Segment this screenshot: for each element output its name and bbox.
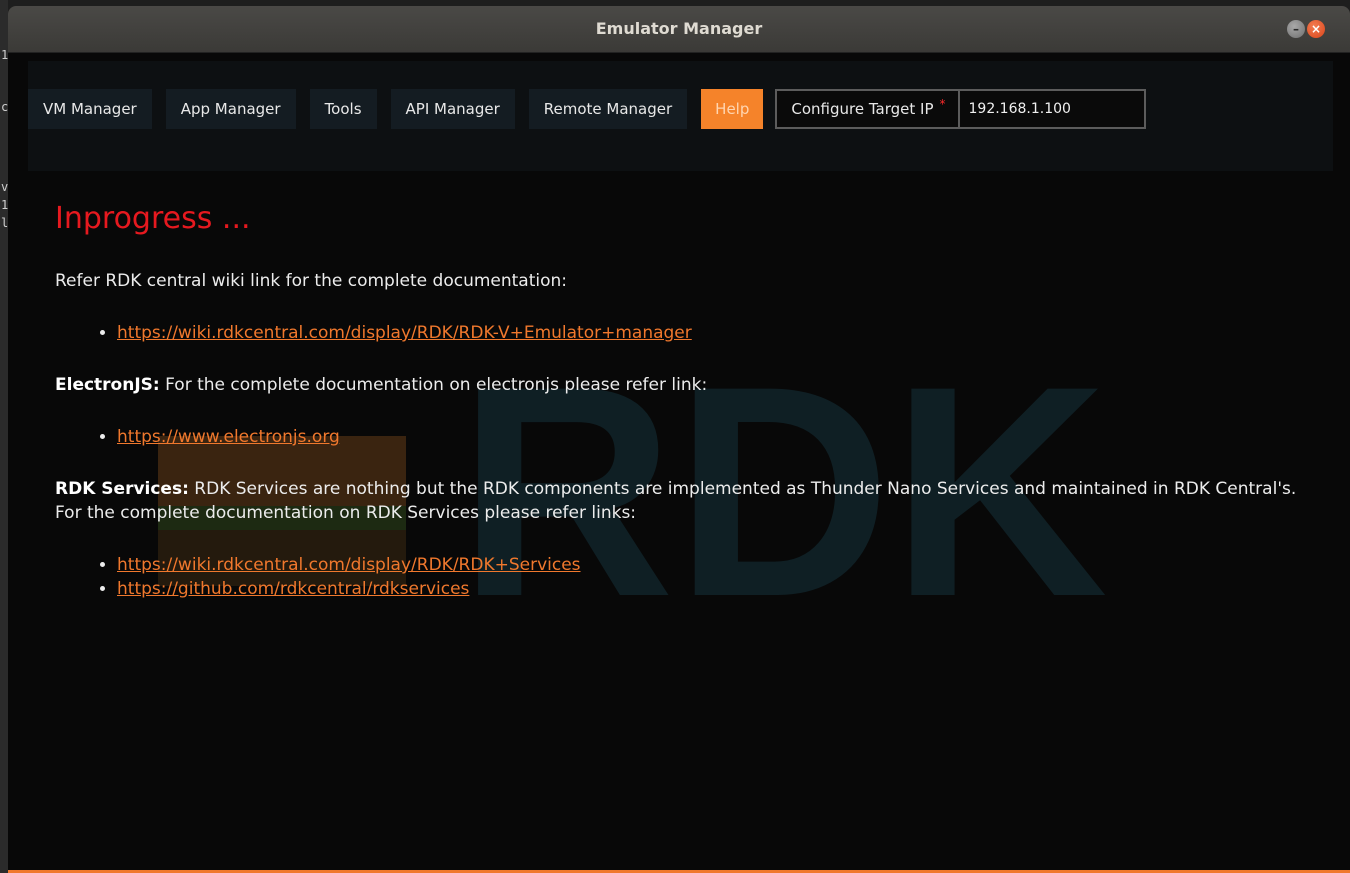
electron-link-list: https://www.electronjs.org [55, 425, 1315, 449]
nav-vm-manager[interactable]: VM Manager [28, 89, 152, 129]
target-ip-label-text: Configure Target IP [791, 100, 934, 118]
target-ip-group: Configure Target IP * [775, 89, 1146, 129]
help-content: Inprogress ... Refer RDK central wiki li… [55, 199, 1315, 629]
list-item: https://www.electronjs.org [117, 425, 1315, 449]
page-title: Inprogress ... [55, 201, 251, 236]
minimize-button[interactable]: – [1287, 20, 1305, 38]
wiki-link-list: https://wiki.rdkcentral.com/display/RDK/… [55, 321, 1315, 345]
list-item: https://wiki.rdkcentral.com/display/RDK/… [117, 321, 1315, 345]
close-icon: × [1310, 22, 1322, 36]
services-wiki-link[interactable]: https://wiki.rdkcentral.com/display/RDK/… [117, 555, 581, 575]
title-bar[interactable]: Emulator Manager – × [8, 6, 1350, 53]
electron-paragraph: ElectronJS: For the complete documentati… [55, 373, 1315, 397]
target-ip-label: Configure Target IP * [777, 91, 960, 127]
desktop-background: 1 c v 1 l [0, 0, 8, 873]
services-github-link[interactable]: https://github.com/rdkcentral/rdkservice… [117, 579, 469, 599]
wiki-link[interactable]: https://wiki.rdkcentral.com/display/RDK/… [117, 323, 692, 343]
list-item: https://wiki.rdkcentral.com/display/RDK/… [117, 553, 1315, 577]
nav-remote-manager[interactable]: Remote Manager [528, 89, 688, 129]
services-link-list: https://wiki.rdkcentral.com/display/RDK/… [55, 553, 1315, 601]
close-button[interactable]: × [1307, 20, 1325, 38]
window-title: Emulator Manager [595, 19, 763, 38]
nav-help[interactable]: Help [701, 89, 764, 129]
target-ip-input[interactable] [959, 91, 1144, 127]
required-marker: * [939, 97, 946, 111]
services-paragraph: RDK Services: RDK Services are nothing b… [55, 477, 1315, 525]
electron-label: ElectronJS: [55, 375, 160, 395]
top-nav: VM Manager App Manager Tools API Manager… [28, 89, 1146, 129]
services-label: RDK Services: [55, 479, 189, 499]
nav-api-manager[interactable]: API Manager [390, 89, 515, 129]
electron-link[interactable]: https://www.electronjs.org [117, 427, 340, 447]
minimize-icon: – [1293, 22, 1299, 36]
electron-text: For the complete documentation on electr… [165, 375, 708, 395]
intro-text: Refer RDK central wiki link for the comp… [55, 271, 568, 291]
app-window: Emulator Manager – × RDK VM Manager App … [8, 6, 1350, 873]
services-text: RDK Services are nothing but the RDK com… [55, 479, 1297, 523]
list-item: https://github.com/rdkcentral/rdkservice… [117, 577, 1315, 601]
nav-app-manager[interactable]: App Manager [165, 89, 296, 129]
nav-tools[interactable]: Tools [309, 89, 377, 129]
app-body: RDK VM Manager App Manager Tools API Man… [8, 53, 1350, 873]
